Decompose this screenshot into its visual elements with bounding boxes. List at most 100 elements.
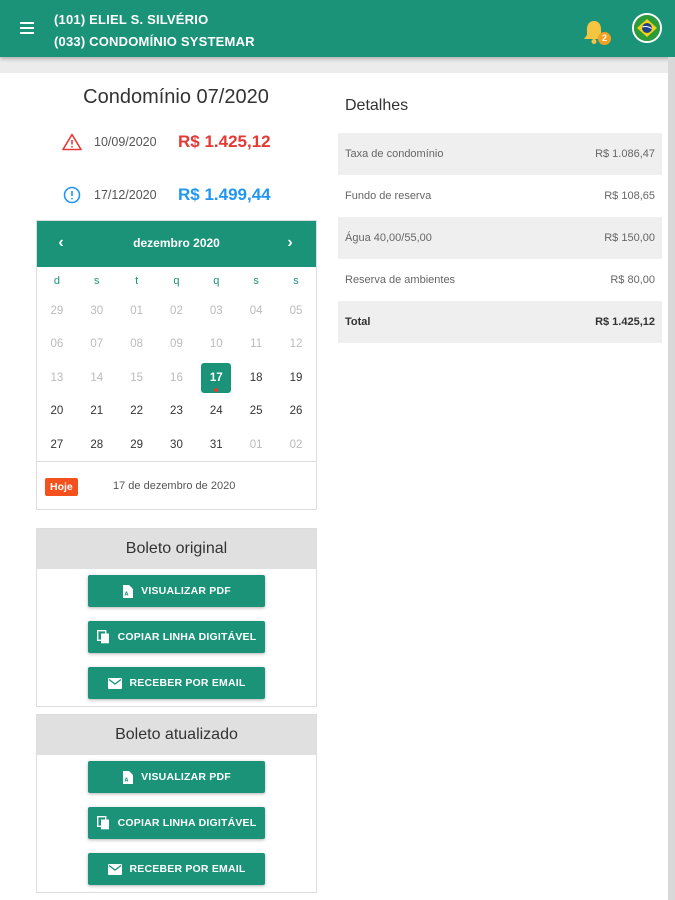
calendar-day-number: 01 xyxy=(130,304,143,317)
calendar-day-number: 22 xyxy=(130,405,143,418)
calendar-day-selected[interactable]: 17 xyxy=(196,361,236,395)
calendar-day: 30 xyxy=(77,294,117,328)
calendar-day[interactable]: 22 xyxy=(117,395,157,429)
calendar-day: 09 xyxy=(157,328,197,362)
calendar-day-number: 27 xyxy=(50,438,64,451)
copy-icon xyxy=(96,630,110,644)
calendar-week: 06 07 08 09 10 11 12 xyxy=(37,328,316,362)
calendar-day: 11 xyxy=(236,328,276,362)
updated-copy-line-label: COPIAR LINHA DIGITÁVEL xyxy=(117,817,257,829)
calendar-day-number: 11 xyxy=(250,338,263,351)
today-badge[interactable]: Hoje xyxy=(45,478,78,496)
calendar-day[interactable]: 29 xyxy=(117,428,157,462)
calendar-week: 27 28 29 30 31 01 02 xyxy=(37,428,316,462)
calendar-day[interactable]: 31 xyxy=(196,428,236,462)
scrollbar[interactable] xyxy=(668,57,675,900)
calendar-day[interactable]: 21 xyxy=(77,395,117,429)
due-updated-value: R$ 1.499,44 xyxy=(178,185,271,204)
weekday-label: d xyxy=(53,274,60,287)
calendar-day-number: 29 xyxy=(50,304,64,317)
original-view-pdf-label: VISUALIZAR PDF xyxy=(141,585,231,597)
calendar-day: 04 xyxy=(236,294,276,328)
calendar-day[interactable]: 28 xyxy=(77,428,117,462)
boleto-updated-title: Boleto atualizado xyxy=(37,715,316,755)
details-row-label: Fundo de reserva xyxy=(345,190,432,202)
brazil-flag-icon[interactable] xyxy=(632,13,662,43)
calendar-day-number: 04 xyxy=(249,304,263,317)
calendar-day: 08 xyxy=(117,328,157,362)
notification-badge: 2 xyxy=(598,32,611,45)
calendar-day-number: 12 xyxy=(289,338,303,351)
svg-text:A: A xyxy=(125,591,129,597)
original-receive-email-label: RECEBER POR EMAIL xyxy=(129,677,246,689)
svg-text:A: A xyxy=(125,777,129,783)
copy-icon xyxy=(96,816,110,830)
boleto-original-panel: Boleto original A VISUALIZAR PDF COPIAR … xyxy=(36,528,317,707)
calendar-day-number: 13 xyxy=(50,371,64,384)
unit-name: (101) ELIEL S. SILVÉRIO xyxy=(54,12,209,27)
details-row: Taxa de condomínio R$ 1.086,47 xyxy=(338,133,662,175)
details-row-label: Água 40,00/55,00 xyxy=(345,232,432,244)
menu-icon[interactable] xyxy=(20,22,34,34)
calendar-month-label: dezembro 2020 xyxy=(133,236,220,250)
calendar-day-number: 20 xyxy=(50,405,64,418)
calendar-day-number: 30 xyxy=(170,438,183,451)
details-row-value: R$ 108,65 xyxy=(604,190,655,202)
weekday-label: q xyxy=(173,274,180,287)
calendar-day: 01 xyxy=(236,428,276,462)
calendar-day-number: 16 xyxy=(170,371,183,384)
details-total-value: R$ 1.425,12 xyxy=(595,316,655,328)
calendar-week: 13 14 15 16 17 18 19 xyxy=(37,361,316,395)
calendar-footer: Hoje 17 de dezembro de 2020 xyxy=(37,461,316,509)
boleto-updated-panel: Boleto atualizado A VISUALIZAR PDF COPIA… xyxy=(36,714,317,893)
weekday-label: t xyxy=(135,274,139,287)
calendar-day[interactable]: 20 xyxy=(37,395,77,429)
next-month-chevron-right-icon[interactable]: › xyxy=(280,233,300,253)
calendar-day-number: 07 xyxy=(90,338,104,351)
email-icon xyxy=(107,863,122,875)
due-updated-row: 17/12/2020 R$ 1.499,44 xyxy=(62,183,271,207)
calendar-day-number: 25 xyxy=(249,405,263,418)
due-original-row: 10/09/2020 R$ 1.425,12 xyxy=(62,130,271,154)
calendar-day[interactable]: 25 xyxy=(236,395,276,429)
updated-receive-email-button[interactable]: RECEBER POR EMAIL xyxy=(88,853,265,885)
calendar-day-number: 10 xyxy=(209,338,223,351)
pdf-file-icon: A xyxy=(122,770,134,784)
warning-icon xyxy=(62,133,82,151)
details-row: Fundo de reserva R$ 108,65 xyxy=(338,175,662,217)
calendar-day[interactable]: 30 xyxy=(157,428,197,462)
due-original-value: R$ 1.425,12 xyxy=(178,132,271,151)
calendar-day[interactable]: 23 xyxy=(157,395,197,429)
calendar-day-number: 08 xyxy=(130,338,143,351)
calendar-day: 29 xyxy=(37,294,77,328)
details-row-label: Taxa de condomínio xyxy=(345,148,444,160)
calendar-day[interactable]: 19 xyxy=(276,361,316,395)
calendar-day-number: 23 xyxy=(170,405,183,418)
calendar-day[interactable]: 18 xyxy=(236,361,276,395)
today-date-text: 17 de dezembro de 2020 xyxy=(113,480,236,492)
calendar-day-number: 26 xyxy=(289,405,303,418)
calendar-day[interactable]: 26 xyxy=(276,395,316,429)
details-row-label: Reserva de ambientes xyxy=(345,274,456,286)
calendar-day-number: 01 xyxy=(249,438,263,451)
calendar-day-number: 19 xyxy=(289,371,303,384)
calendar-day: 16 xyxy=(157,361,197,395)
calendar-day: 02 xyxy=(276,428,316,462)
original-copy-line-button[interactable]: COPIAR LINHA DIGITÁVEL xyxy=(88,621,265,653)
original-copy-line-label: COPIAR LINHA DIGITÁVEL xyxy=(117,631,257,643)
calendar: ‹ dezembro 2020 › d s t q q s s 29 30 01 02 03 04 05 0… xyxy=(36,220,317,510)
original-view-pdf-button[interactable]: A VISUALIZAR PDF xyxy=(88,575,265,607)
calendar-day: 01 xyxy=(117,294,157,328)
calendar-day[interactable]: 27 xyxy=(37,428,77,462)
header-info: (101) ELIEL S. SILVÉRIO (033) CONDOMÍNIO… xyxy=(54,9,255,53)
calendar-day: 03 xyxy=(196,294,236,328)
condo-name: (033) CONDOMÍNIO SYSTEMAR xyxy=(54,34,255,49)
updated-view-pdf-button[interactable]: A VISUALIZAR PDF xyxy=(88,761,265,793)
original-receive-email-button[interactable]: RECEBER POR EMAIL xyxy=(88,667,265,699)
pdf-file-icon: A xyxy=(122,584,134,598)
updated-receive-email-label: RECEBER POR EMAIL xyxy=(129,863,246,875)
details-title: Detalhes xyxy=(345,97,409,114)
calendar-day[interactable]: 24 xyxy=(196,395,236,429)
updated-copy-line-button[interactable]: COPIAR LINHA DIGITÁVEL xyxy=(88,807,265,839)
calendar-day: 15 xyxy=(117,361,157,395)
